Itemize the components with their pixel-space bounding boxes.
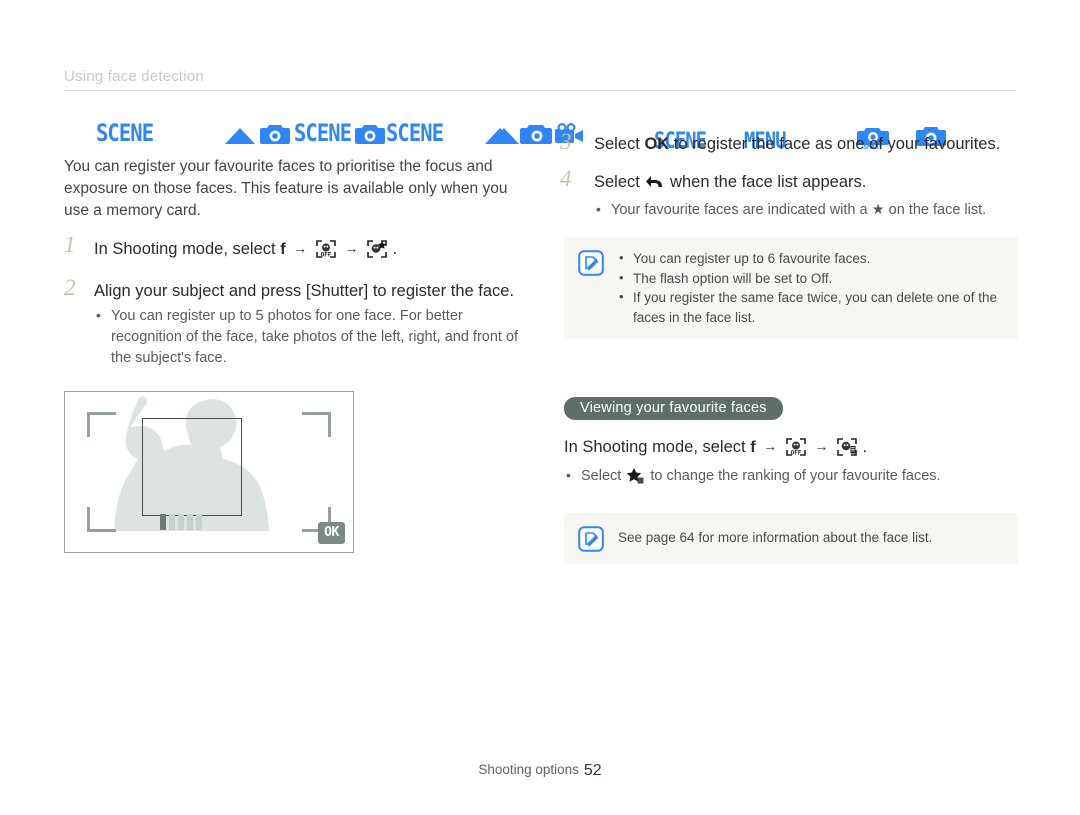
bullet-text-before: Select	[581, 468, 622, 484]
list-item: Your favourite faces are indicated with …	[594, 199, 1019, 221]
scene-mode-icon-3: SCENE	[386, 119, 444, 147]
progress-bar-segment	[196, 514, 202, 530]
page-running-header: Using face detection	[64, 68, 1016, 91]
program-mode-icon	[488, 126, 520, 156]
step-2-bullets: You can register up to 5 photos for one …	[94, 305, 519, 369]
progress-bar-segment	[178, 514, 184, 530]
list-item: You can register up to 6 favourite faces…	[618, 248, 1004, 269]
svg-text:OFF: OFF	[320, 252, 331, 259]
step-2-number: 2	[64, 275, 76, 300]
left-mode-icon-row: SCENE SCENE SCENE	[64, 118, 550, 156]
lcd-preview-illustration: OK	[64, 391, 354, 553]
step-4-text-before: Select	[594, 173, 640, 191]
smart-face-recognition-icon	[367, 240, 387, 265]
intro-paragraph: You can register your favourite faces to…	[64, 158, 508, 219]
step-4-text-after: when the face list appears.	[670, 173, 867, 191]
star-ranking-icon	[626, 467, 645, 491]
scene-mode-icon-2: SCENE	[294, 119, 352, 147]
note-pen-icon	[578, 526, 604, 552]
progress-bar-segment	[160, 514, 166, 530]
step-1-text-before: In Shooting mode, select	[94, 240, 276, 258]
progress-bar-segment	[187, 514, 193, 530]
list-item: Select to change the ranking of your fav…	[564, 465, 1019, 491]
list-item: If you register the same face twice, you…	[618, 287, 1004, 327]
step-1: 1 In Shooting mode, select f → OFF → .	[64, 232, 519, 265]
note-1-list: You can register up to 6 favourite faces…	[618, 248, 1004, 327]
right-column: SCENE MENU SMART 3 Select OK to register…	[489, 118, 1019, 564]
mode-f-icon: f	[280, 241, 286, 258]
camera-mode-icon	[522, 122, 552, 152]
arrow-icon: →	[293, 240, 308, 256]
face-list-icon	[837, 438, 857, 463]
note-2-text: See page 64 for more information about t…	[618, 530, 933, 545]
subsection-bullets: Select to change the ranking of your fav…	[564, 465, 1019, 491]
bullet-text-after: to change the ranking of your favourite …	[650, 468, 941, 484]
list-item: You can register up to 5 photos for one …	[94, 305, 519, 369]
step-1-text-after: .	[392, 240, 398, 258]
scene-mode-icon: SCENE	[96, 119, 154, 147]
lcd-ok-button[interactable]: OK	[318, 522, 345, 544]
note-box-2: See page 64 for more information about t…	[564, 513, 1018, 564]
face-detection-box	[142, 418, 242, 516]
face-detect-off-icon: OFF	[785, 438, 806, 463]
page-number: 52	[583, 762, 602, 779]
subsection-instruction: In Shooting mode, select f → OFF → .	[564, 434, 1019, 463]
step-1-text: In Shooting mode, select f → OFF → .	[94, 236, 519, 265]
progress-bar-segment	[169, 514, 175, 530]
step-2: 2 Align your subject and press [Shutter]…	[64, 275, 519, 369]
note-pen-icon	[578, 250, 604, 276]
registration-progress-bars	[160, 514, 202, 530]
ok-button-label: OK	[644, 135, 670, 153]
subsection-text-before: In Shooting mode, select	[564, 438, 746, 456]
mode-f-icon: f	[750, 439, 756, 456]
focus-corner-top-left	[87, 412, 116, 437]
focus-corner-bottom-left	[87, 507, 116, 532]
arrow-icon-2: →	[814, 438, 829, 454]
step-1-number: 1	[64, 232, 76, 257]
page-footer: Shooting options 52	[0, 762, 1080, 780]
footer-section-label: Shooting options	[478, 762, 579, 777]
page-title: Using face detection	[64, 68, 204, 85]
subsection-text-after: .	[862, 438, 868, 456]
step-3-text: Select OK to register the face as one of…	[594, 132, 1019, 156]
step-3-text-before: Select	[594, 135, 640, 153]
svg-text:OFF: OFF	[790, 450, 801, 457]
note-box-1: You can register up to 6 favourite faces…	[564, 237, 1018, 339]
step-4-bullets: Your favourite faces are indicated with …	[594, 199, 1019, 221]
left-column: SCENE SCENE SCENE You can register your …	[64, 118, 550, 553]
step-3-text-after: to register the face as one of your favo…	[673, 135, 1001, 153]
focus-corner-top-right	[302, 412, 331, 437]
arrow-icon: →	[763, 438, 778, 454]
step-2-text: Align your subject and press [Shutter] t…	[94, 282, 515, 300]
subsection-viewing-favourite-faces: Viewing your favourite faces In Shooting…	[564, 397, 1019, 491]
arrow-icon-2: →	[344, 240, 359, 256]
step-3: 3 Select OK to register the face as one …	[560, 129, 1019, 156]
step-4-number: 4	[560, 166, 572, 191]
step-3-number: 3	[560, 129, 572, 154]
camera-mode-icon	[260, 122, 290, 152]
step-4: 4 Select when the face list appears. You…	[560, 166, 1019, 221]
list-item: The flash option will be set to Off.	[618, 268, 1004, 289]
program-mode-icon	[224, 126, 256, 156]
face-detect-off-icon: OFF	[315, 240, 336, 265]
back-arrow-icon	[645, 173, 664, 197]
camera-mode-icon-2	[355, 122, 385, 152]
section-pill: Viewing your favourite faces	[564, 397, 783, 420]
step-4-text: Select when the face list appears.	[594, 170, 1019, 197]
